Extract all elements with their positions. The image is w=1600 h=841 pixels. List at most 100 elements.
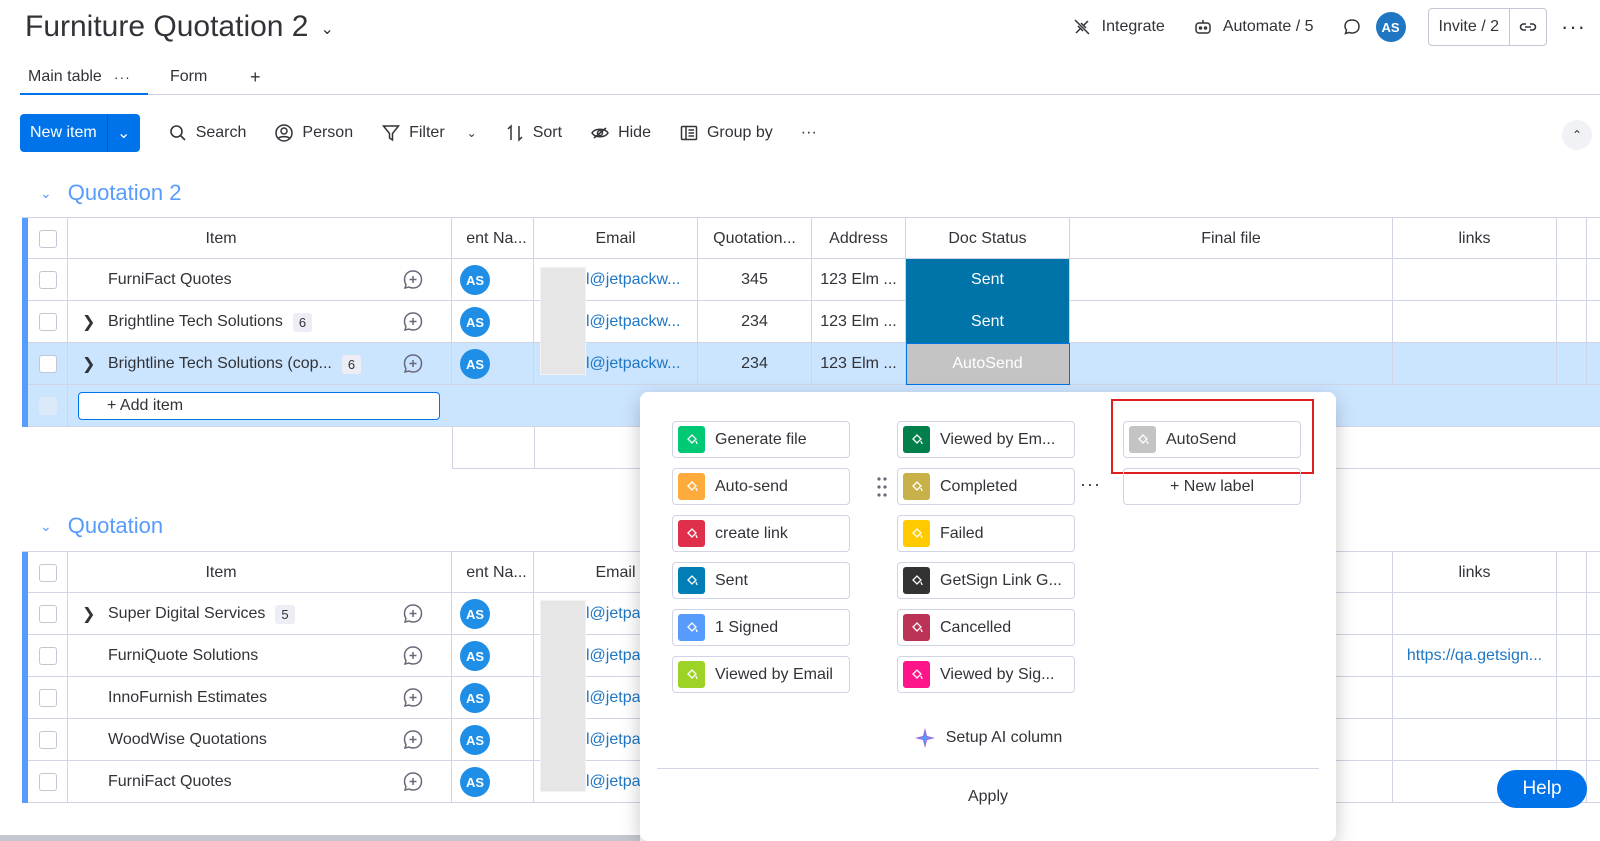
item-cell[interactable]: ❯ Brightline Tech Solutions (cop... 6 xyxy=(68,343,374,385)
hide-button[interactable]: Hide xyxy=(590,123,651,143)
sort-button[interactable]: Sort xyxy=(505,123,562,143)
board-title[interactable]: Furniture Quotation 2 ⌄ xyxy=(25,10,334,44)
checkbox[interactable] xyxy=(38,355,57,373)
chevron-right-icon[interactable]: ❯ xyxy=(82,312,108,332)
doc-status-cell[interactable]: Sent xyxy=(906,301,1070,343)
subitem-count[interactable]: 6 xyxy=(292,312,313,332)
add-update-button[interactable] xyxy=(374,259,452,301)
links-cell[interactable] xyxy=(1393,593,1557,635)
item-name[interactable]: FurniFact Quotes xyxy=(108,773,232,791)
doc-status-cell[interactable]: Sent xyxy=(906,259,1070,301)
avatar[interactable]: AS xyxy=(460,307,490,337)
address-cell[interactable]: 123 Elm ... xyxy=(812,301,906,343)
links-cell[interactable] xyxy=(1393,343,1557,385)
links-cell[interactable] xyxy=(1393,259,1557,301)
final-file-cell[interactable] xyxy=(1070,343,1393,385)
address-cell[interactable]: 123 Elm ... xyxy=(812,259,906,301)
group-header-quotation-2[interactable]: ⌄ Quotation 2 xyxy=(40,180,181,206)
column-header-links[interactable]: links xyxy=(1393,218,1557,260)
person-cell[interactable]: AS xyxy=(452,677,534,719)
avatar[interactable]: AS xyxy=(460,767,490,797)
person-cell[interactable]: AS xyxy=(452,301,534,343)
address-cell[interactable]: 123 Elm ... xyxy=(812,343,906,385)
label-option-create-link[interactable]: create link xyxy=(672,515,850,552)
item-name[interactable]: Brightline Tech Solutions (cop... xyxy=(108,355,332,373)
row-checkbox[interactable] xyxy=(22,259,68,301)
row-checkbox[interactable] xyxy=(22,719,68,761)
checkbox[interactable] xyxy=(38,230,57,248)
group-by-button[interactable]: Group by xyxy=(679,123,773,143)
checkbox[interactable] xyxy=(38,564,57,582)
avatar[interactable]: AS xyxy=(460,265,490,295)
row-checkbox[interactable] xyxy=(22,593,68,635)
person-cell[interactable]: AS xyxy=(452,593,534,635)
table-row[interactable]: ❯ Brightline Tech Solutions (cop... 6 AS l… xyxy=(22,343,1600,385)
tab-main-table[interactable]: Main table ··· xyxy=(20,60,148,95)
links-cell[interactable] xyxy=(1393,719,1557,761)
row-checkbox[interactable] xyxy=(22,343,68,385)
person-cell[interactable]: AS xyxy=(452,761,534,803)
label-option-cancelled[interactable]: Cancelled xyxy=(897,609,1075,646)
item-cell[interactable]: ❯ Super Digital Services 5 xyxy=(68,593,374,635)
table-row[interactable]: ❯ Brightline Tech Solutions 6 AS l@jetpack… xyxy=(22,301,1600,343)
chevron-up-icon[interactable]: ⌃ xyxy=(1562,120,1592,150)
chevron-right-icon[interactable]: ❯ xyxy=(82,354,108,374)
avatar[interactable]: AS xyxy=(460,599,490,629)
avatar[interactable]: AS xyxy=(460,349,490,379)
item-cell[interactable]: FurniQuote Solutions xyxy=(68,635,374,677)
row-checkbox[interactable] xyxy=(22,301,68,343)
item-cell[interactable]: FurniFact Quotes xyxy=(68,259,374,301)
item-name[interactable]: Super Digital Services xyxy=(108,605,265,623)
label-option-sent[interactable]: Sent xyxy=(672,562,850,599)
checkbox[interactable] xyxy=(38,313,57,331)
column-header-address[interactable]: Address xyxy=(812,218,906,260)
add-update-button[interactable] xyxy=(374,761,452,803)
person-cell[interactable]: AS xyxy=(452,259,534,301)
person-cell[interactable]: AS xyxy=(452,719,534,761)
links-cell[interactable] xyxy=(1393,677,1557,719)
row-checkbox[interactable] xyxy=(22,677,68,719)
chevron-down-icon[interactable]: ⌄ xyxy=(40,518,52,535)
person-cell[interactable]: AS xyxy=(452,343,534,385)
chevron-down-icon[interactable]: ⌄ xyxy=(321,19,334,39)
tab-options-icon[interactable]: ··· xyxy=(114,69,131,85)
final-file-cell[interactable] xyxy=(1070,259,1393,301)
invite-button[interactable]: Invite / 2 xyxy=(1429,9,1511,45)
add-item-cell[interactable]: + Add item xyxy=(68,385,548,427)
label-option-auto-send[interactable]: Auto-send xyxy=(672,468,850,505)
item-cell[interactable]: InnoFurnish Estimates xyxy=(68,677,374,719)
item-name[interactable]: InnoFurnish Estimates xyxy=(108,689,267,707)
column-header-links[interactable]: links xyxy=(1393,552,1557,594)
column-header-item[interactable]: Item xyxy=(68,218,374,260)
column-header-client[interactable]: ent Na... xyxy=(452,552,534,594)
checkbox[interactable] xyxy=(38,773,57,791)
table-row[interactable]: FurniFact Quotes AS l@jetpackw... 345 12… xyxy=(22,259,1600,301)
add-update-button[interactable] xyxy=(374,635,452,677)
new-label-button[interactable]: + New label xyxy=(1123,468,1301,505)
more-options-icon[interactable]: ··· xyxy=(1080,474,1101,495)
label-option-viewed-by-sig[interactable]: Viewed by Sig... xyxy=(897,656,1075,693)
item-name[interactable]: Brightline Tech Solutions xyxy=(108,313,283,331)
select-all-checkbox[interactable] xyxy=(22,218,68,260)
label-option-getsign-link[interactable]: GetSign Link G... xyxy=(897,562,1075,599)
group-header-quotation[interactable]: ⌄ Quotation xyxy=(40,513,163,539)
add-update-button[interactable] xyxy=(374,301,452,343)
item-cell[interactable]: ❯ Brightline Tech Solutions 6 xyxy=(68,301,374,343)
person-button[interactable]: Person xyxy=(274,123,353,143)
select-all-checkbox[interactable] xyxy=(22,552,68,594)
checkbox[interactable] xyxy=(38,605,57,623)
chevron-right-icon[interactable]: ❯ xyxy=(82,604,108,624)
add-item-input[interactable]: + Add item xyxy=(78,392,440,420)
chevron-down-icon[interactable]: ⌄ xyxy=(467,126,477,140)
item-name[interactable]: FurniFact Quotes xyxy=(108,271,232,289)
links-cell[interactable] xyxy=(1393,301,1557,343)
checkbox[interactable] xyxy=(38,689,57,707)
avatar[interactable]: AS xyxy=(460,683,490,713)
chevron-down-icon[interactable]: ⌄ xyxy=(40,185,52,202)
item-cell[interactable]: WoodWise Quotations xyxy=(68,719,374,761)
doc-status-cell[interactable]: AutoSend xyxy=(906,343,1070,385)
item-name[interactable]: WoodWise Quotations xyxy=(108,731,267,749)
avatar[interactable]: AS xyxy=(460,641,490,671)
user-avatar[interactable]: AS xyxy=(1375,12,1406,42)
column-header-final-file[interactable]: Final file xyxy=(1070,218,1393,260)
